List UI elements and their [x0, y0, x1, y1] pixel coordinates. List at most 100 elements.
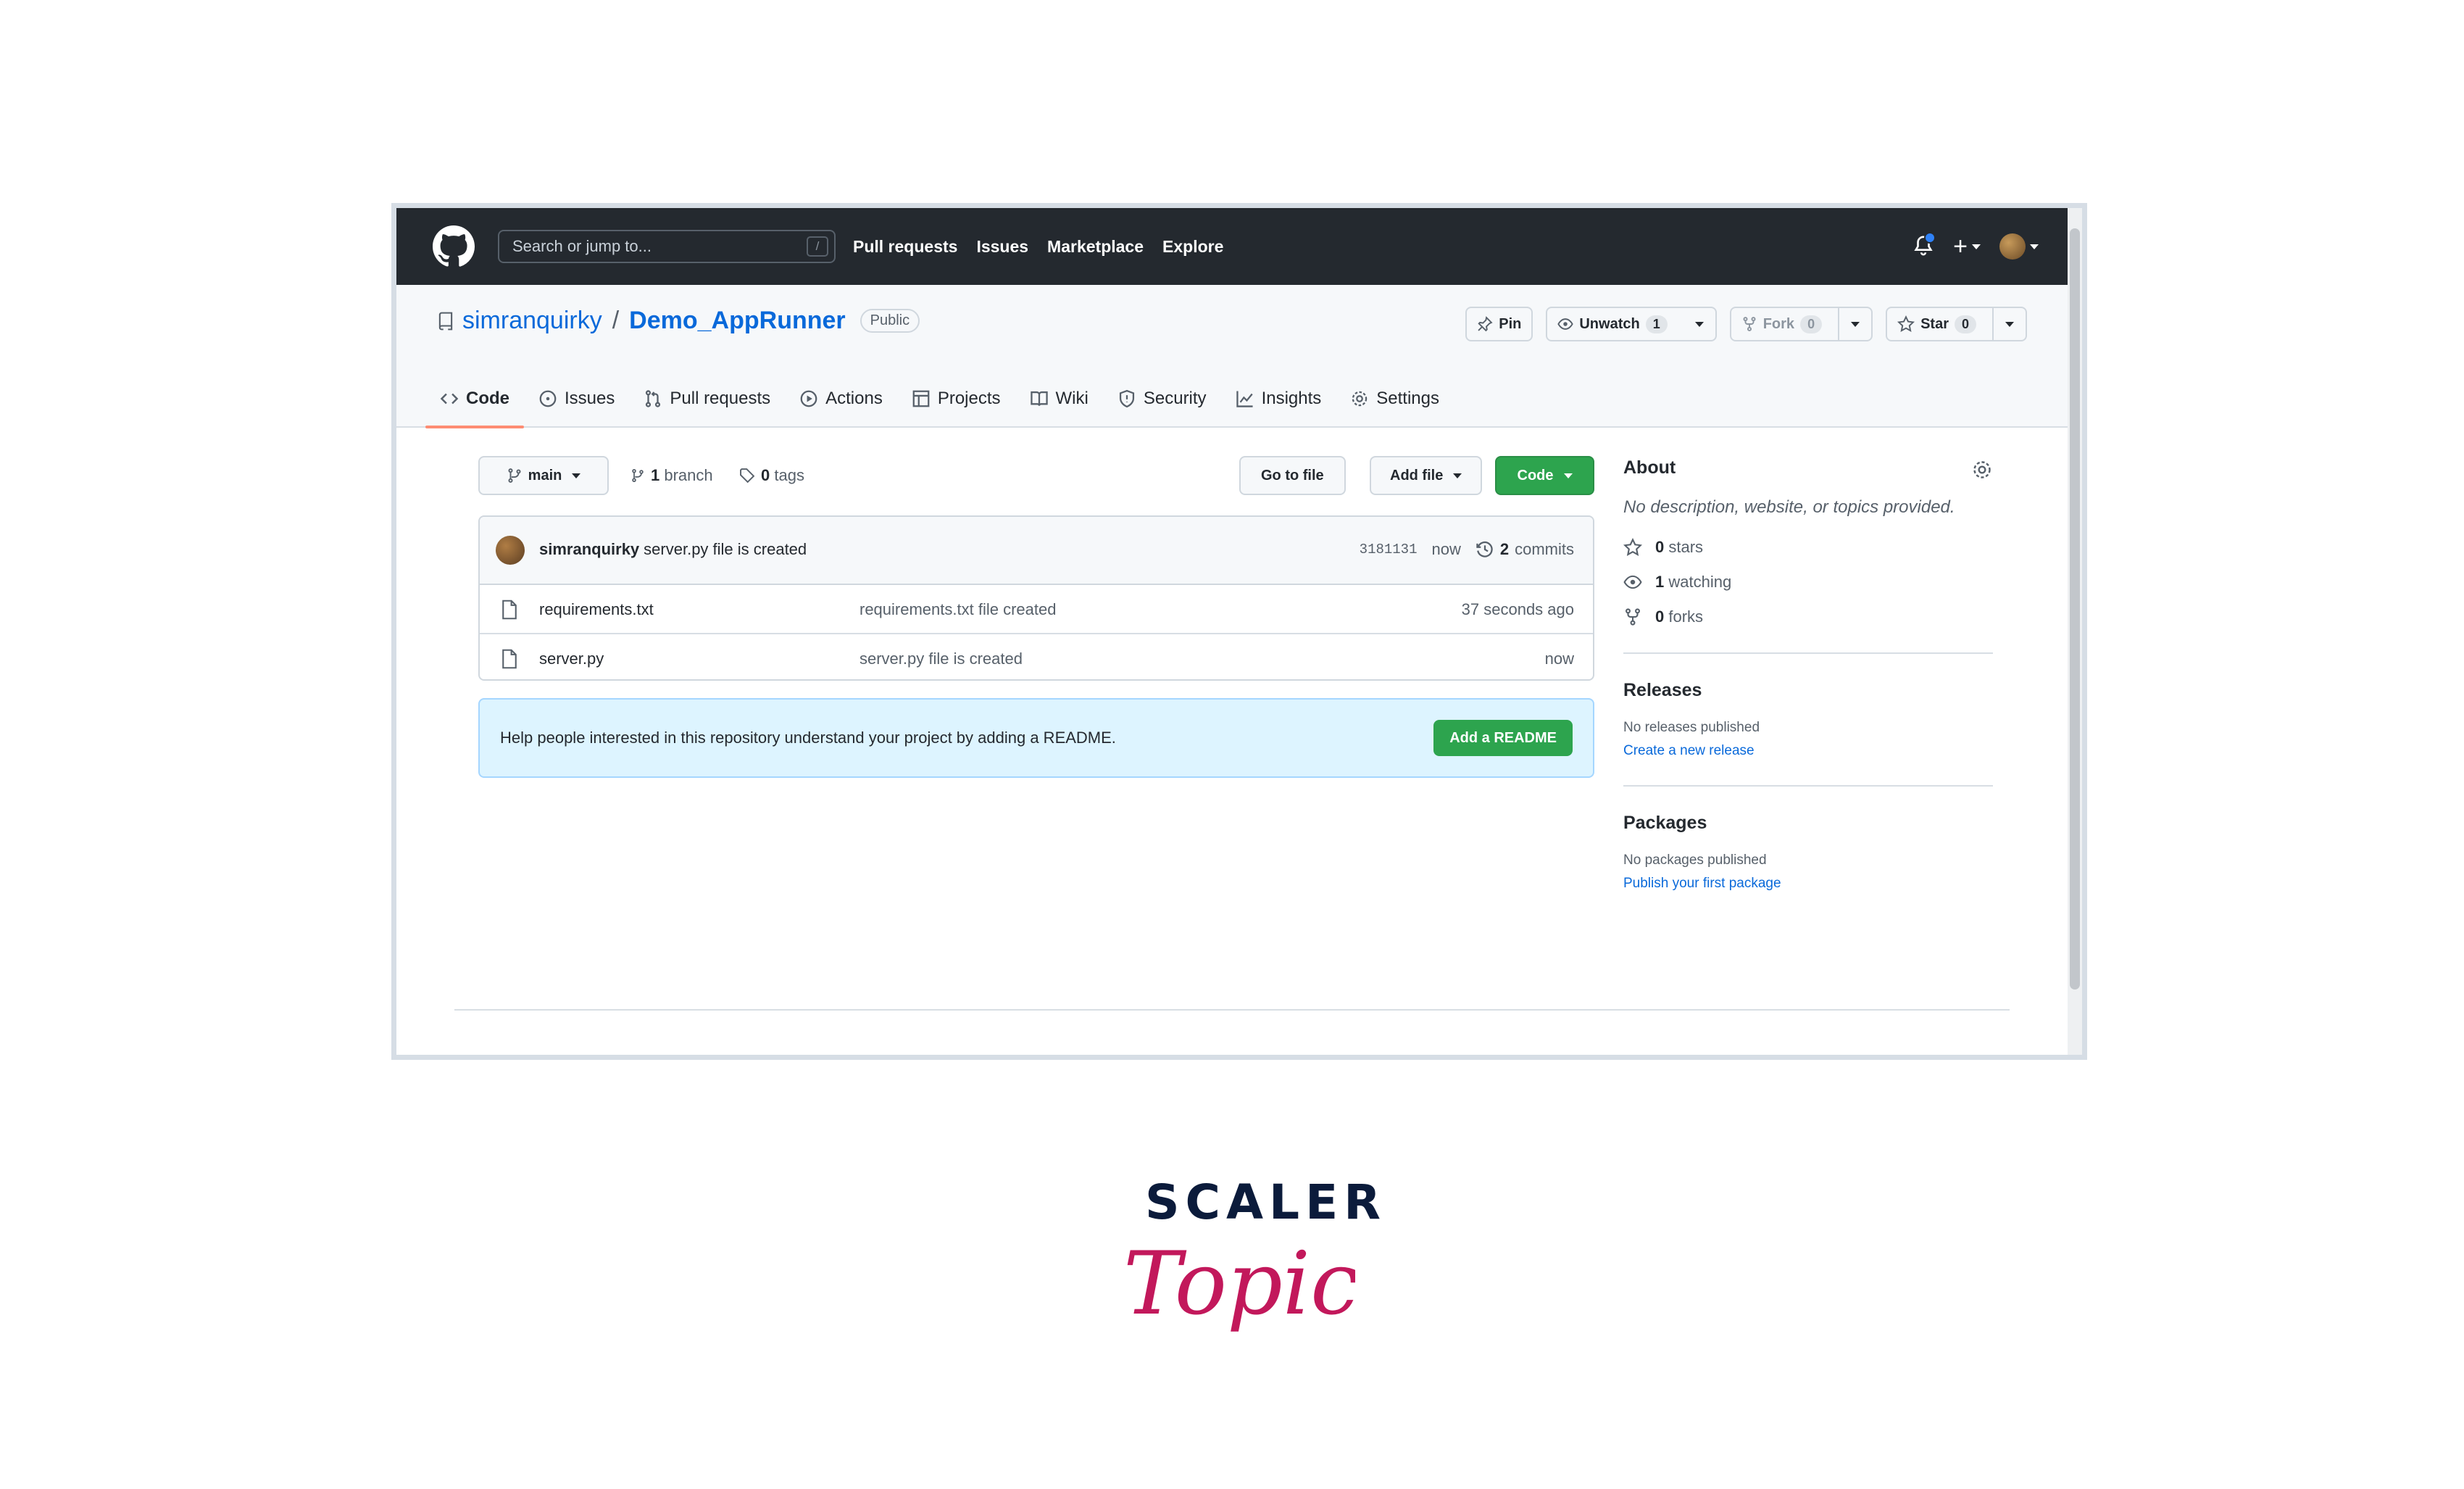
play-icon [800, 390, 817, 407]
nav-explore[interactable]: Explore [1162, 237, 1223, 257]
fork-button[interactable]: Fork 0 [1729, 307, 1873, 341]
avatar[interactable] [496, 536, 525, 565]
tab-label: Wiki [1055, 389, 1089, 408]
tab-security[interactable]: Security [1103, 370, 1221, 427]
nav-pull-requests[interactable]: Pull requests [853, 237, 957, 257]
pin-icon [1478, 316, 1493, 332]
user-menu-button[interactable] [1999, 233, 2039, 260]
releases-heading[interactable]: Releases [1623, 680, 1993, 701]
chevron-down-icon [572, 473, 581, 478]
nav-issues[interactable]: Issues [976, 237, 1028, 257]
scrollbar-thumb[interactable] [2070, 228, 2080, 990]
go-to-file-label: Go to file [1261, 467, 1324, 484]
tab-code[interactable]: Code [425, 370, 524, 428]
tag-count: 0 [761, 466, 770, 484]
code-label: Code [1517, 467, 1554, 484]
watching-link[interactable]: 1 watching [1623, 573, 1993, 592]
tab-label: Code [466, 389, 509, 408]
publish-package-link[interactable]: Publish your first package [1623, 876, 1993, 892]
commit-author-link[interactable]: simranquirky [539, 540, 639, 558]
add-file-button[interactable]: Add file [1370, 456, 1483, 495]
tab-actions[interactable]: Actions [785, 370, 897, 427]
gear-icon[interactable] [1971, 459, 1993, 481]
star-dropdown[interactable] [1992, 308, 2026, 340]
file-name-link[interactable]: requirements.txt [539, 600, 654, 619]
releases-empty-text: No releases published [1623, 720, 1760, 735]
fork-label: Fork [1762, 315, 1795, 332]
file-commit-message[interactable]: server.py file is created [860, 650, 1023, 668]
chevron-down-icon [2005, 321, 2014, 327]
go-to-file-button[interactable]: Go to file [1239, 456, 1346, 495]
create-release-link[interactable]: Create a new release [1623, 743, 1993, 759]
file-icon [502, 649, 517, 669]
file-commit-message[interactable]: requirements.txt file created [860, 600, 1056, 619]
nav-marketplace[interactable]: Marketplace [1047, 237, 1144, 257]
search-input[interactable]: Search or jump to... / [498, 230, 836, 263]
star-icon [1897, 315, 1915, 333]
watch-label: Unwatch [1579, 315, 1640, 332]
commits-link[interactable]: 2 commits [1476, 540, 1574, 559]
add-file-label: Add file [1390, 467, 1444, 484]
forks-word: forks [1668, 607, 1704, 626]
tab-wiki[interactable]: Wiki [1015, 370, 1103, 427]
tab-label: Pull requests [670, 389, 771, 408]
forks-link[interactable]: 0 forks [1623, 607, 1993, 626]
stars-word: stars [1668, 538, 1704, 556]
commit-sha-link[interactable]: 3181131 [1360, 542, 1418, 557]
pin-label: Pin [1499, 315, 1522, 332]
graph-icon [1236, 391, 1253, 407]
table-row[interactable]: server.py server.py file is created now [480, 634, 1593, 679]
commit-word: commits [1515, 540, 1574, 558]
star-button[interactable]: Star 0 [1886, 307, 2027, 341]
pin-button[interactable]: Pin [1465, 307, 1533, 341]
about-description: No description, website, or topics provi… [1623, 497, 1955, 517]
file-icon [502, 600, 517, 620]
notifications-button[interactable] [1912, 232, 1936, 258]
tab-issues[interactable]: Issues [524, 370, 629, 427]
repo-name-link[interactable]: Demo_AppRunner [629, 307, 845, 335]
commit-message: simranquirky server.py file is created [539, 540, 807, 559]
readme-prompt-text: Help people interested in this repositor… [500, 729, 1116, 747]
github-logo-icon[interactable] [433, 225, 475, 267]
fork-icon [1743, 317, 1756, 331]
tags-link[interactable]: 0 tags [739, 466, 804, 485]
tab-label: Insights [1261, 389, 1322, 408]
branch-word: branch [664, 466, 713, 484]
fork-dropdown[interactable] [1838, 308, 1871, 340]
scrollbar[interactable] [2068, 208, 2082, 1055]
visibility-badge: Public [860, 309, 920, 333]
stars-link[interactable]: 0 stars [1623, 538, 1993, 557]
watch-dropdown[interactable] [1683, 308, 1715, 340]
plus-icon: + [1953, 232, 1968, 260]
tab-insights[interactable]: Insights [1221, 370, 1336, 427]
commit-message-link[interactable]: server.py file is created [644, 540, 807, 558]
readme-prompt: Help people interested in this repositor… [478, 698, 1594, 778]
avatar [1999, 233, 2026, 260]
code-icon [440, 393, 459, 405]
tab-label: Security [1143, 389, 1207, 408]
table-row[interactable]: requirements.txt requirements.txt file c… [480, 585, 1593, 634]
tab-label: Projects [937, 389, 1001, 408]
repo-sidebar: About No description, website, or topics… [1623, 457, 1993, 892]
watching-count: 1 [1655, 573, 1665, 591]
file-name-link[interactable]: server.py [539, 650, 604, 668]
github-header: Search or jump to... / Pull requests Iss… [396, 208, 2068, 285]
file-age: 37 seconds ago [1461, 600, 1574, 618]
branch-select-button[interactable]: main [478, 456, 609, 495]
watch-button[interactable]: Unwatch 1 [1546, 307, 1717, 341]
file-navigation: main 1 branch 0 tags Go to file Add file… [478, 456, 1594, 495]
tab-projects[interactable]: Projects [897, 370, 1015, 427]
packages-heading[interactable]: Packages [1623, 813, 1993, 834]
add-readme-button[interactable]: Add a README [1433, 720, 1573, 756]
search-shortcut-hint: / [807, 236, 828, 257]
code-button[interactable]: Code [1495, 456, 1594, 495]
fork-icon [1626, 608, 1640, 626]
create-new-button[interactable]: + [1953, 233, 1981, 261]
tab-settings[interactable]: Settings [1336, 370, 1454, 427]
topics-script-text: Topics [1123, 1234, 1355, 1335]
branches-link[interactable]: 1 branch [630, 466, 713, 485]
repo-owner-link[interactable]: simranquirky [462, 307, 602, 335]
tab-label: Settings [1376, 389, 1439, 408]
chevron-down-icon [1851, 321, 1860, 327]
tab-pull-requests[interactable]: Pull requests [629, 370, 785, 427]
